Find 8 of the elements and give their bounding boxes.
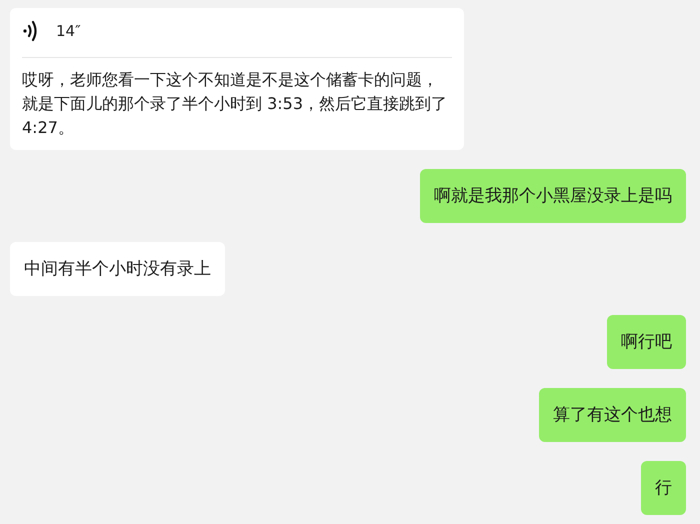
voice-transcript: 哎呀，老师您看一下这个不知道是不是这个储蓄卡的问题，就是下面儿的那个录了半个小时到 3:53，然后它直接跳到了 4:27。 (22, 68, 448, 138)
message-bubble[interactable]: 中间有半个小时没有录上 (10, 242, 225, 296)
voice-duration: 14″ (56, 21, 81, 42)
message-bubble[interactable]: 啊行吧 (607, 314, 686, 368)
message-bubble[interactable]: 行 (641, 460, 686, 514)
message-bubble[interactable]: 啊就是我那个小黑屋没录上是吗 (420, 168, 686, 222)
voice-message-bubble[interactable]: 14″ 哎呀，老师您看一下这个不知道是不是这个储蓄卡的问题，就是下面儿的那个录了半个小时到 3:53，然后它直接跳到了 4:27。 (10, 8, 464, 150)
message-bubble[interactable]: 算了有这个也想 (539, 388, 686, 442)
